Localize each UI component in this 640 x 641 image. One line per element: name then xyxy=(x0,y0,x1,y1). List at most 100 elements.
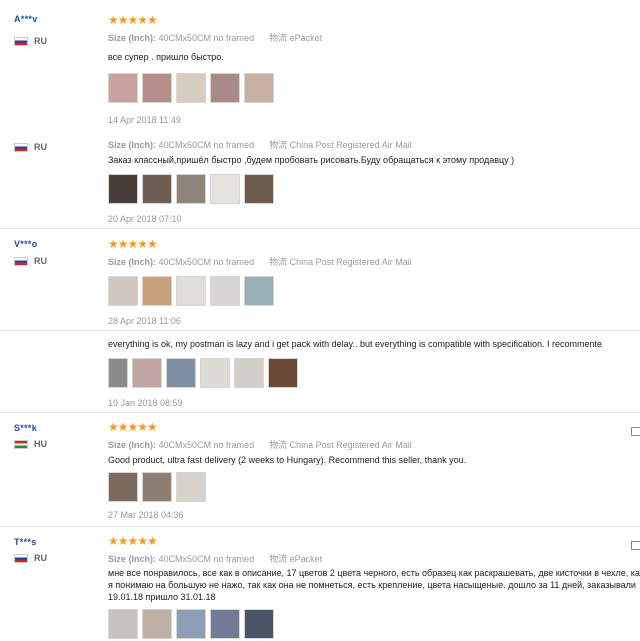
review-text: все супер . пришло быстро. xyxy=(108,52,224,62)
review-text: Good product, ultra fast delivery (2 wee… xyxy=(108,455,467,465)
review-photo[interactable] xyxy=(108,73,138,103)
review-photo[interactable] xyxy=(142,174,172,204)
review-photos xyxy=(108,472,640,502)
review-photo[interactable] xyxy=(176,276,206,306)
rating-stars: ★★★★★ xyxy=(108,237,158,251)
review-photo[interactable] xyxy=(176,472,206,502)
helpful-icon[interactable] xyxy=(631,541,640,550)
review-date: 14 Apr 2018 11:49 xyxy=(108,115,181,125)
reviewer-country: HU xyxy=(14,439,47,449)
russia-flag-icon xyxy=(14,256,28,266)
review-photos xyxy=(108,73,640,103)
review-photo[interactable] xyxy=(210,174,240,204)
review-photo[interactable] xyxy=(176,609,206,639)
review-photo[interactable] xyxy=(108,174,138,204)
reviewer-country: RU xyxy=(14,553,47,563)
review-photos xyxy=(108,174,640,204)
shipping-value: China Post Registered Air Mail xyxy=(289,140,412,150)
product-attributes: Size (Inch): 40CMx50CM no framed 物流 Chin… xyxy=(108,138,640,151)
review-date: 28 Apr 2018 11:06 xyxy=(108,316,181,326)
review-photo[interactable] xyxy=(166,358,196,388)
size-label: Size (Inch): xyxy=(108,440,157,450)
reviewer-country: RU xyxy=(14,36,47,46)
shipping-label: 物流 xyxy=(269,33,288,43)
country-code: RU xyxy=(34,553,47,563)
review-date: 27 Mar 2018 04:36 xyxy=(108,510,184,520)
country-code: RU xyxy=(34,142,47,152)
shipping-value: ePacket xyxy=(289,554,323,564)
size-label: Size (Inch): xyxy=(108,257,157,267)
review-photo[interactable] xyxy=(244,609,274,639)
review-photo[interactable] xyxy=(142,73,172,103)
review-photo[interactable] xyxy=(210,73,240,103)
size-value: 40CMx50CM no framed xyxy=(158,257,255,267)
review-photo[interactable] xyxy=(108,276,138,306)
review-photo[interactable] xyxy=(176,174,206,204)
review-content: ★★★★★ Size (Inch): 40CMx50CM no framed 物… xyxy=(108,13,640,125)
size-label: Size (Inch): xyxy=(108,140,157,150)
product-attributes: Size (Inch): 40CMx50CM no framed 物流 ePac… xyxy=(108,31,640,44)
shipping-label: 物流 xyxy=(269,257,288,267)
review-photo[interactable] xyxy=(142,276,172,306)
review-text: everything is ok, my postman is lazy and… xyxy=(108,339,603,349)
review-content: ★★★★★ Size (Inch): 40CMx50CM no framed 物… xyxy=(108,534,640,639)
review-item: T***s RU ★★★★★ Size (Inch): 40CMx50CM no… xyxy=(0,526,640,641)
review-photo[interactable] xyxy=(244,174,274,204)
review-item: A***v RU ★★★★★ Size (Inch): 40CMx50CM no… xyxy=(0,0,640,128)
reviewer-country: RU xyxy=(14,142,47,152)
reviewer-country: RU xyxy=(14,256,47,266)
reviewer-name: A***v xyxy=(14,14,38,24)
review-photo[interactable] xyxy=(244,276,274,306)
hungary-flag-icon xyxy=(14,439,28,449)
country-code: RU xyxy=(34,256,47,266)
reviewer-name: T***s xyxy=(14,537,37,547)
review-photo[interactable] xyxy=(132,358,162,388)
shipping-value: ePacket xyxy=(289,33,323,43)
review-item: RU Size (Inch): 40CMx50CM no framed 物流 C… xyxy=(0,128,640,228)
size-value: 40CMx50CM no framed xyxy=(158,440,255,450)
review-photo[interactable] xyxy=(142,609,172,639)
russia-flag-icon xyxy=(14,553,28,563)
rating-stars: ★★★★★ xyxy=(108,420,158,434)
product-attributes: Size (Inch): 40CMx50CM no framed 物流 Chin… xyxy=(108,255,640,268)
shipping-label: 物流 xyxy=(269,554,288,564)
review-photo[interactable] xyxy=(268,358,298,388)
reviewer-name: V***o xyxy=(14,239,38,249)
review-item: V***o RU ★★★★★ Size (Inch): 40CMx50CM no… xyxy=(0,228,640,331)
country-code: RU xyxy=(34,36,47,46)
russia-flag-icon xyxy=(14,142,28,152)
review-photo[interactable] xyxy=(108,472,138,502)
review-item: everything is ok, my postman is lazy and… xyxy=(0,330,640,413)
russia-flag-icon xyxy=(14,36,28,46)
review-photo[interactable] xyxy=(200,358,230,388)
review-photo[interactable] xyxy=(244,73,274,103)
review-photo[interactable] xyxy=(210,276,240,306)
size-value: 40CMx50CM no framed xyxy=(158,554,255,564)
shipping-label: 物流 xyxy=(269,140,288,150)
review-photo[interactable] xyxy=(210,609,240,639)
size-value: 40CMx50CM no framed xyxy=(158,140,255,150)
review-photo[interactable] xyxy=(108,609,138,639)
rating-stars: ★★★★★ xyxy=(108,534,158,548)
country-code: HU xyxy=(34,439,47,449)
review-photo[interactable] xyxy=(142,472,172,502)
reviewer-name: S***k xyxy=(14,423,38,433)
review-photo[interactable] xyxy=(108,358,128,388)
review-date: 20 Apr 2018 07:10 xyxy=(108,214,182,224)
review-date: 19 Jan 2018 08:59 xyxy=(108,398,183,408)
review-photos xyxy=(108,276,640,306)
review-content: ★★★★★ Size (Inch): 40CMx50CM no framed 物… xyxy=(108,237,640,326)
size-label: Size (Inch): xyxy=(108,554,157,564)
review-photos xyxy=(108,609,640,639)
size-label: Size (Inch): xyxy=(108,33,157,43)
review-content: Size (Inch): 40CMx50CM no framed 物流 Chin… xyxy=(108,138,640,224)
shipping-label: 物流 xyxy=(269,440,288,450)
review-photo[interactable] xyxy=(176,73,206,103)
review-text: Заказ классный,пришёл быстро ,будем проб… xyxy=(108,155,515,165)
review-content: everything is ok, my postman is lazy and… xyxy=(108,337,640,408)
helpful-icon[interactable] xyxy=(631,427,640,436)
product-attributes: Size (Inch): 40CMx50CM no framed 物流 ePac… xyxy=(108,552,640,565)
review-photo[interactable] xyxy=(234,358,264,388)
shipping-value: China Post Registered Air Mail xyxy=(289,257,412,267)
product-attributes: Size (Inch): 40CMx50CM no framed 物流 Chin… xyxy=(108,438,640,451)
